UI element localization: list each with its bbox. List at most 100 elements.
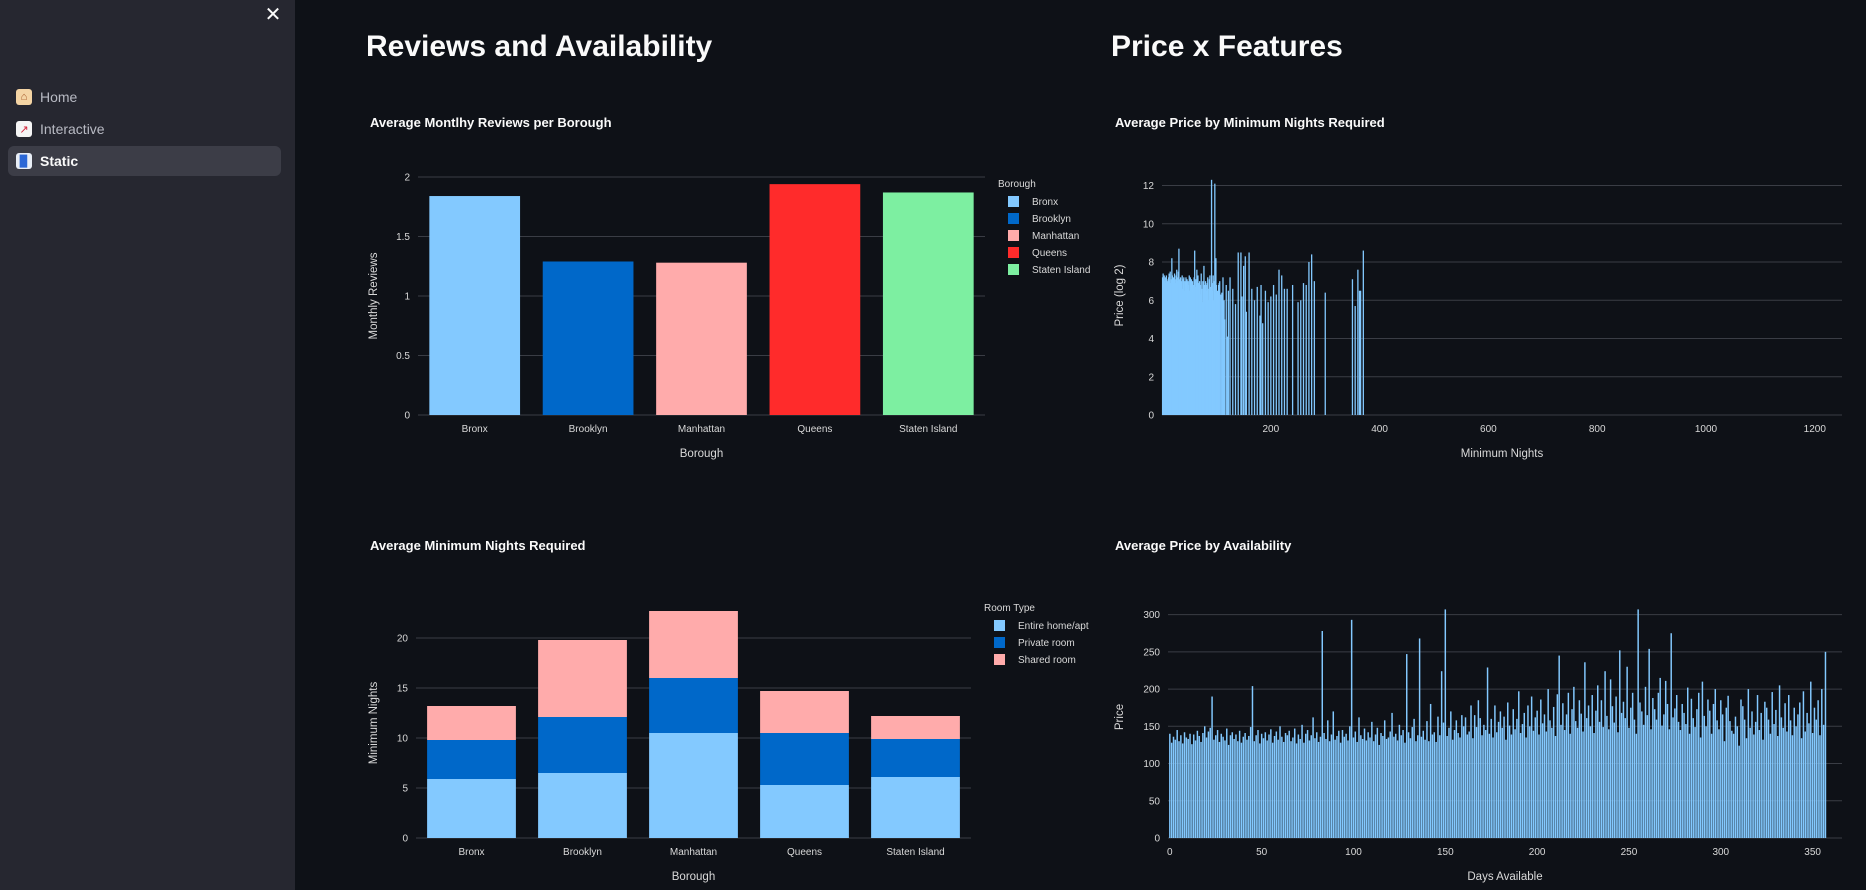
price-availability-bar [1788, 695, 1790, 838]
price-availability-bar [1191, 744, 1193, 838]
price-availability-bar [1187, 738, 1189, 838]
price-availability-bar [1723, 741, 1726, 838]
price-availability-bar [1402, 730, 1404, 838]
price-availability-bar [1782, 727, 1784, 838]
min-nights-bar-segment [871, 716, 960, 739]
price-availability-bar [1260, 733, 1263, 838]
price-availability-bar [1764, 701, 1766, 838]
price-min-nights-xtick-label: 200 [1262, 424, 1279, 435]
price-availability-bar [1317, 741, 1320, 838]
price-availability-bar [1220, 733, 1222, 838]
price-availability-bar [1800, 738, 1803, 838]
price-availability-bar [1775, 709, 1777, 838]
price-min-nights-bar [1237, 252, 1239, 415]
price-availability-bar [1224, 740, 1226, 838]
price-availability-bar [1378, 744, 1380, 838]
price-availability-bar [1527, 705, 1529, 838]
price-availability-bar [1295, 743, 1298, 838]
min-nights-xtick-label: Manhattan [670, 847, 717, 858]
price-availability-bar [1600, 700, 1603, 838]
price-availability-bar [1718, 729, 1720, 838]
price-availability-bar [1589, 726, 1592, 838]
price-availability-bar [1325, 738, 1327, 838]
price-availability-bar [1279, 726, 1281, 838]
price-availability-bar [1202, 733, 1204, 838]
min-nights-bar-segment [538, 717, 627, 773]
price-availability-bar [1338, 730, 1340, 838]
price-availability-bar [1172, 736, 1175, 838]
price-availability-bar [1293, 728, 1296, 838]
price-availability-bar [1233, 738, 1235, 838]
price-availability-bar [1387, 737, 1390, 838]
price-availability-bar [1740, 699, 1742, 838]
price-availability-bar [1352, 737, 1355, 838]
price-availability-bar [1290, 741, 1292, 838]
price-availability-bar [1738, 745, 1740, 838]
price-availability-bar [1448, 727, 1450, 838]
min-nights-bar-segment [538, 773, 627, 838]
reviews-bar [656, 262, 747, 415]
price-availability-bar [1574, 721, 1577, 838]
price-availability-bar [1512, 709, 1514, 838]
price-availability-bar [1655, 719, 1658, 838]
price-availability-bar [1462, 726, 1465, 838]
min-nights-bar-segment [871, 739, 960, 777]
price-availability-bar [1727, 695, 1729, 838]
price-availability-bar [1538, 734, 1540, 838]
price-availability-bar [1628, 727, 1630, 838]
price-availability-bar [1646, 715, 1649, 838]
price-min-nights-bar [1354, 306, 1356, 415]
price-availability-bar [1266, 740, 1268, 838]
price-availability-bar [1810, 681, 1812, 838]
price-availability-bar [1529, 726, 1531, 838]
price-availability-bar [1507, 702, 1509, 838]
price-availability-ytick-label: 250 [1143, 647, 1160, 658]
price-availability-bar [1468, 731, 1470, 838]
price-availability-bar [1508, 725, 1511, 838]
price-availability-bar [1488, 733, 1491, 838]
price-availability-bar [1753, 734, 1755, 838]
price-availability-bar [1558, 655, 1560, 838]
price-availability-bar [1505, 739, 1507, 838]
price-availability-bar [1808, 723, 1810, 838]
min-nights-y-axis-label: Minimum Nights [368, 682, 380, 765]
price-availability-bar [1745, 738, 1748, 838]
price-availability-bar [1306, 730, 1309, 838]
price-availability-bar [1496, 732, 1498, 838]
price-availability-ytick-label: 50 [1149, 796, 1161, 807]
price-availability-bar [1720, 700, 1722, 838]
price-availability-bar [1358, 717, 1360, 838]
price-availability-bar [1314, 738, 1316, 838]
price-availability-bar [1194, 740, 1197, 838]
price-availability-bar [1585, 718, 1588, 838]
price-min-nights-bar [1248, 252, 1250, 415]
price-availability-bar [1664, 680, 1667, 838]
price-availability-bar [1200, 741, 1202, 838]
price-availability-bar [1532, 730, 1535, 838]
price-availability-bar [1705, 726, 1707, 838]
price-availability-bar [1321, 630, 1324, 838]
price-availability-bar [1556, 694, 1559, 838]
price-availability-bar [1189, 733, 1191, 838]
price-availability-bar [1461, 715, 1463, 838]
min-nights-legend-item: Shared room [1018, 655, 1076, 666]
price-availability-bar [1181, 743, 1184, 838]
price-availability-bar [1305, 733, 1307, 838]
price-min-nights-bar [1283, 288, 1286, 415]
price-availability-bar [1284, 733, 1287, 838]
min-nights-x-axis-label: Borough [672, 871, 715, 883]
min-nights-bar-segment [649, 678, 738, 733]
price-availability-bar [1380, 733, 1382, 838]
price-availability-bar [1549, 720, 1551, 838]
price-availability-bar [1598, 721, 1601, 838]
price-availability-bar [1799, 702, 1801, 838]
price-min-nights-ytick-label: 6 [1148, 296, 1154, 307]
price-availability-bar [1619, 650, 1621, 838]
price-availability-bar [1606, 715, 1608, 838]
price-min-nights-bar [1245, 311, 1248, 415]
price-min-nights-bar [1251, 288, 1253, 415]
price-availability-bar [1767, 719, 1770, 838]
price-availability-bar [1707, 699, 1709, 838]
price-availability-bar [1450, 711, 1452, 838]
reviews-legend-swatch [1008, 230, 1019, 241]
